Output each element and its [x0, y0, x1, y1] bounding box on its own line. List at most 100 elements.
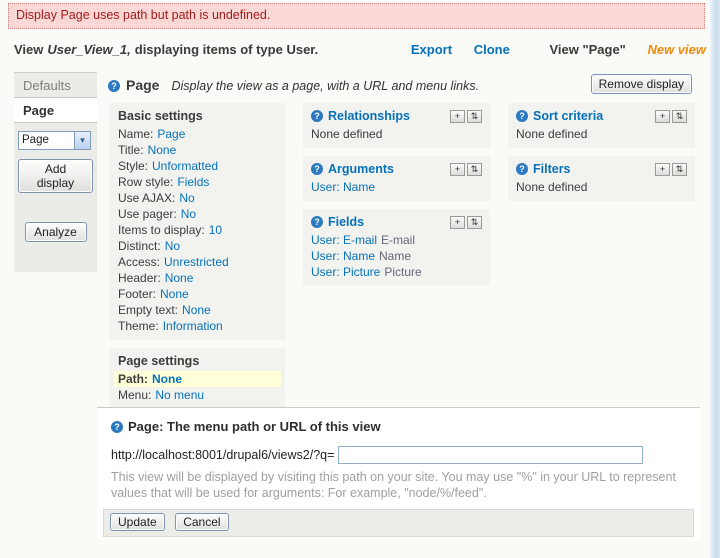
add-icon-button[interactable]: + — [450, 109, 465, 123]
setting-label: Title: — [118, 143, 144, 157]
help-icon[interactable]: ? — [516, 110, 528, 122]
help-icon[interactable]: ? — [516, 163, 528, 175]
setting-value-link[interactable]: Unformatted — [152, 159, 218, 173]
update-button[interactable]: Update — [110, 513, 165, 531]
settings-column-right: ? Sort criteria + ⇅ None defined ? Filte… — [508, 103, 695, 209]
help-icon[interactable]: ? — [311, 110, 323, 122]
add-icon-button[interactable]: + — [450, 162, 465, 176]
export-link[interactable]: Export — [411, 42, 452, 57]
help-icon[interactable]: ? — [311, 216, 323, 228]
argument-link[interactable]: User: Name — [311, 180, 375, 194]
filters-panel: ? Filters + ⇅ None defined — [508, 156, 695, 201]
setting-value-link[interactable]: Fields — [177, 175, 209, 189]
fields-header: ? Fields + ⇅ — [311, 215, 482, 229]
relationships-title-link[interactable]: Relationships — [328, 109, 448, 123]
view-page-link[interactable]: View "Page" — [549, 42, 625, 57]
analyze-button[interactable]: Analyze — [24, 222, 87, 242]
setting-value-link[interactable]: None — [165, 271, 194, 285]
path-config-heading-text: Page: The menu path or URL of this view — [128, 419, 381, 434]
relationships-empty-text: None defined — [311, 127, 383, 141]
filters-title-link[interactable]: Filters — [533, 162, 653, 176]
setting-label: Items to display: — [118, 223, 205, 237]
clone-link[interactable]: Clone — [474, 42, 510, 57]
setting-row: Name: Page — [118, 126, 277, 142]
rearrange-icon-button[interactable]: ⇅ — [672, 162, 687, 176]
setting-value-link[interactable]: Information — [163, 319, 223, 333]
setting-row: Distinct: No — [118, 238, 277, 254]
setting-value-link[interactable]: None — [182, 303, 211, 317]
setting-value-link[interactable]: Page — [157, 127, 185, 141]
add-icon-button[interactable]: + — [450, 215, 465, 229]
field-link[interactable]: User: E-mail — [311, 233, 377, 247]
fields-title-link[interactable]: Fields — [328, 215, 448, 229]
field-item: User: Picture Picture — [311, 264, 482, 280]
cancel-button[interactable]: Cancel — [175, 513, 229, 531]
setting-label: Distinct: — [118, 239, 161, 253]
setting-value-link[interactable]: No menu — [155, 388, 204, 402]
form-actions-bar: Update Cancel — [103, 509, 694, 537]
setting-label: Access: — [118, 255, 161, 269]
path-config-pane: ? Page: The menu path or URL of this view… — [97, 407, 700, 540]
setting-row: Theme: Information — [118, 318, 277, 334]
rearrange-icon-button[interactable]: ⇅ — [672, 109, 687, 123]
sort-criteria-empty-text: None defined — [516, 127, 588, 141]
add-icon-button[interactable]: + — [655, 162, 670, 176]
basic-settings-box: Basic settings Name: Page Title: None Styl… — [110, 103, 285, 340]
setting-label: Menu: — [118, 388, 152, 402]
setting-row: Empty text: None — [118, 302, 277, 318]
setting-row-path: Path: None — [114, 371, 281, 387]
setting-row: Items to display: 10 — [118, 222, 277, 238]
add-icon-button[interactable]: + — [655, 109, 670, 123]
field-link[interactable]: User: Picture — [311, 265, 380, 279]
new-view-link[interactable]: New view — [647, 42, 706, 57]
rearrange-icon-button[interactable]: ⇅ — [467, 162, 482, 176]
setting-value-link[interactable]: None — [160, 287, 189, 301]
setting-value-link[interactable]: None — [148, 143, 177, 157]
setting-value-link[interactable]: Unrestricted — [164, 255, 229, 269]
arguments-title-link[interactable]: Arguments — [328, 162, 448, 176]
relationships-header: ? Relationships + ⇅ — [311, 109, 482, 123]
help-icon[interactable]: ? — [108, 80, 120, 92]
url-prefix-label: http://localhost:8001/drupal6/views2/?q= — [111, 448, 335, 462]
arguments-panel: ? Arguments + ⇅ User: Name — [303, 156, 490, 201]
sidebar-controls: Page ▾ Add display Analyze — [14, 123, 97, 242]
field-admin-label: E-mail — [381, 233, 416, 247]
setting-value-link[interactable]: None — [152, 372, 182, 386]
add-display-button[interactable]: Add display — [18, 159, 93, 193]
setting-row: Use AJAX: No — [118, 190, 277, 206]
field-link[interactable]: User: Name — [311, 249, 375, 263]
filters-empty-text: None defined — [516, 180, 588, 194]
sort-criteria-title-link[interactable]: Sort criteria — [533, 109, 653, 123]
setting-value-link[interactable]: No — [179, 191, 194, 205]
display-settings-panel: ? Page Display the view as a page, with a … — [97, 68, 700, 540]
setting-value-link[interactable]: 10 — [209, 223, 222, 237]
display-subtitle: Display the view as a page, with a URL a… — [171, 79, 480, 93]
path-input-row: http://localhost:8001/drupal6/views2/?q= — [111, 446, 700, 464]
setting-label: Use AJAX: — [118, 191, 176, 205]
view-header: View User_View_1, displaying items of type… — [14, 42, 706, 57]
tab-defaults[interactable]: Defaults — [14, 73, 97, 98]
display-type-select[interactable]: Page ▾ — [18, 131, 91, 150]
tab-page[interactable]: Page — [14, 98, 97, 123]
remove-display-button[interactable]: Remove display — [590, 74, 692, 94]
setting-label: Header: — [118, 271, 161, 285]
help-icon[interactable]: ? — [311, 163, 323, 175]
rearrange-icon-button[interactable]: ⇅ — [467, 215, 482, 229]
help-icon[interactable]: ? — [111, 421, 123, 433]
error-message: Display Page uses path but path is undef… — [8, 3, 705, 29]
setting-row: Use pager: No — [118, 206, 277, 222]
display-title-bar: ? Page Display the view as a page, with a … — [108, 74, 694, 101]
setting-row-menu: Menu: No menu — [118, 387, 277, 403]
relationships-panel: ? Relationships + ⇅ None defined — [303, 103, 490, 148]
window-edge — [710, 0, 720, 558]
path-input[interactable] — [338, 446, 644, 464]
setting-value-link[interactable]: No — [165, 239, 180, 253]
setting-value-link[interactable]: No — [181, 207, 196, 221]
display-title: Page — [126, 77, 160, 93]
rearrange-icon-button[interactable]: ⇅ — [467, 109, 482, 123]
fields-panel: ? Fields + ⇅ User: E-mail E-mail User: Na… — [303, 209, 490, 286]
settings-column-middle: ? Relationships + ⇅ None defined ? Argum… — [303, 103, 490, 294]
setting-label: Path: — [118, 372, 148, 386]
field-admin-label: Picture — [384, 265, 422, 279]
path-config-heading: ? Page: The menu path or URL of this view — [111, 419, 700, 434]
